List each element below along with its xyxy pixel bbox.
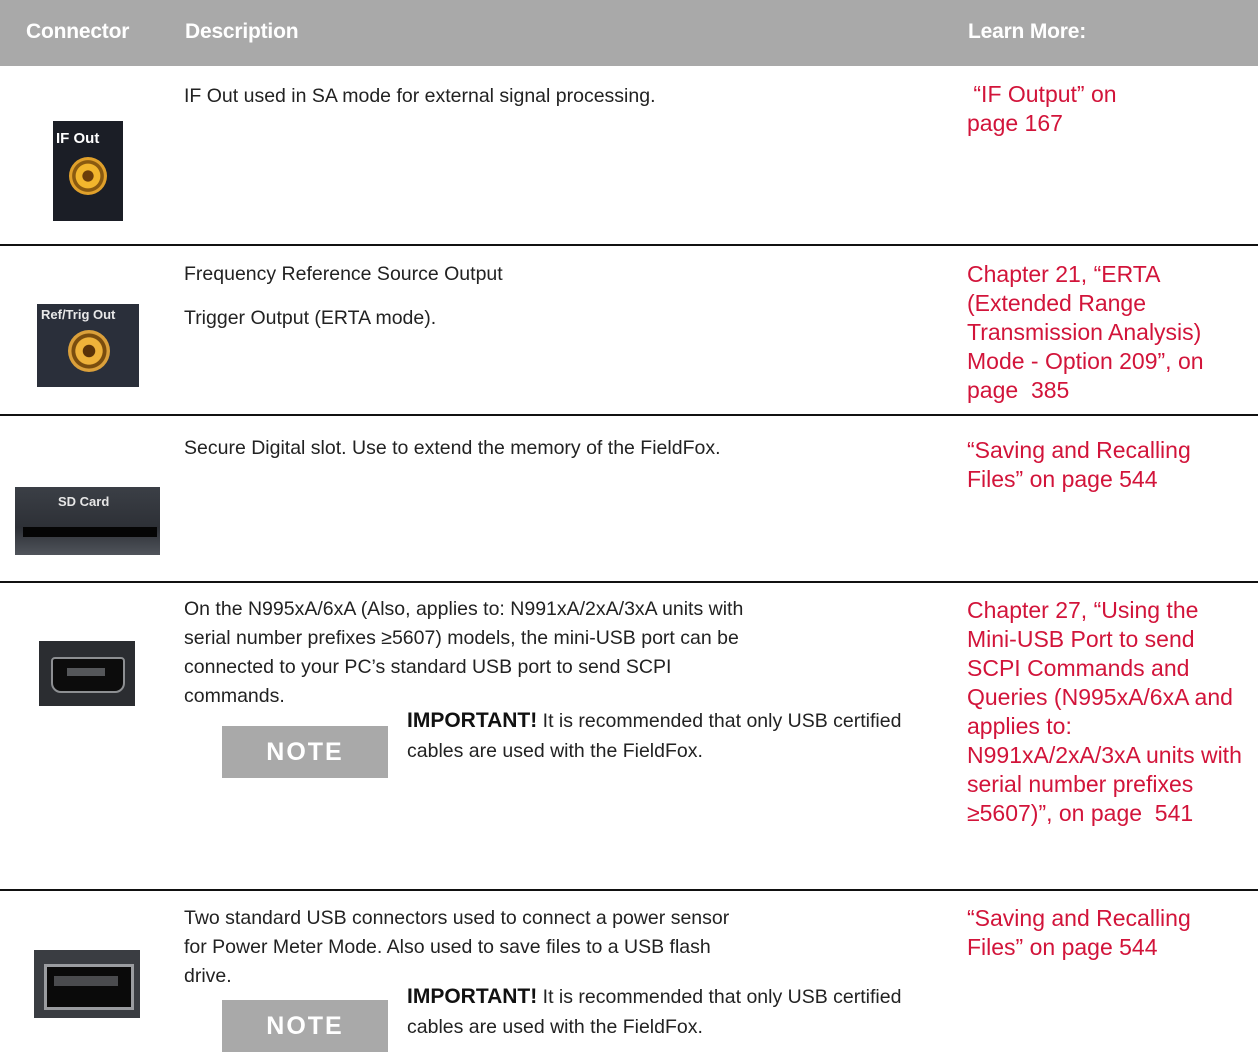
row-divider (0, 244, 1258, 246)
header-description: Description (185, 20, 299, 43)
ref-trig-out-connector-image: Ref/Trig Out (37, 304, 139, 387)
row-divider (0, 889, 1258, 891)
note-label: NOTE (222, 1000, 388, 1052)
description-text: Trigger Output (ERTA mode). (184, 307, 437, 329)
description-text: Frequency Reference Source Output (184, 263, 503, 285)
connector-image-label: IF Out (56, 130, 100, 147)
usb-port-image (34, 950, 140, 1018)
description-text: Two standard USB connectors used to conn… (184, 907, 730, 987)
learn-more-link[interactable]: “Saving and Recalling Files” on page 544 (967, 436, 1247, 494)
connector-image-label: Ref/Trig Out (41, 307, 116, 322)
learn-more-link[interactable]: “Saving and Recalling Files” on page 544 (967, 904, 1247, 962)
header-learn-more: Learn More: (968, 20, 1086, 43)
note-important: IMPORTANT! (407, 709, 538, 732)
description-text: On the N995xA/6xA (Also, applies to: N99… (184, 598, 744, 707)
row-divider (0, 581, 1258, 583)
learn-more-link[interactable]: Chapter 27, “Using the Mini-USB Port to … (967, 596, 1247, 828)
note-label: NOTE (222, 726, 388, 778)
description-text: IF Out used in SA mode for external sign… (184, 85, 656, 107)
description-text: Secure Digital slot. Use to extend the m… (184, 437, 721, 459)
if-out-connector-image: IF Out (53, 121, 123, 221)
sd-card-slot-image: SD Card (15, 487, 160, 555)
row-divider (0, 414, 1258, 416)
table-header: Connector Description Learn More: (0, 0, 1258, 66)
learn-more-link[interactable]: Chapter 21, “ERTA (Extended Range Transm… (967, 260, 1247, 405)
description-cell: Secure Digital slot. Use to extend the m… (184, 434, 744, 478)
description-cell: Frequency Reference Source Output Trigge… (184, 260, 744, 348)
note-text: IMPORTANT! It is recommended that only U… (407, 706, 927, 766)
note-important: IMPORTANT! (407, 985, 538, 1008)
description-cell: IF Out used in SA mode for external sign… (184, 82, 744, 126)
learn-more-link[interactable]: “IF Output” on page 167 (967, 80, 1167, 138)
mini-usb-port-image (39, 641, 135, 706)
connector-image-label: SD Card (58, 494, 110, 509)
header-connector: Connector (26, 20, 130, 43)
note-text: IMPORTANT! It is recommended that only U… (407, 982, 927, 1042)
